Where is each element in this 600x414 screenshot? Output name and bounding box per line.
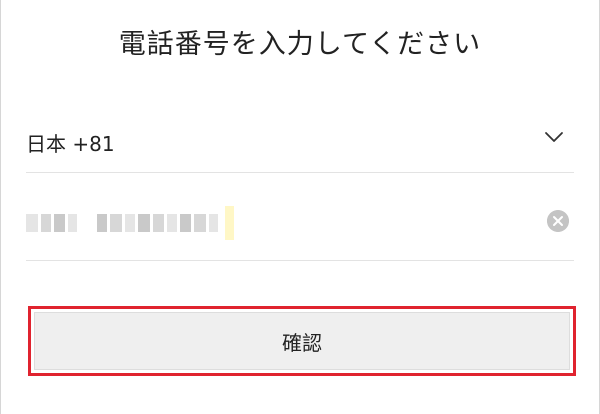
clear-icon[interactable]: [547, 210, 569, 232]
country-code-value: 日本 +81: [26, 132, 115, 156]
chevron-down-icon: [545, 132, 563, 142]
confirm-button[interactable]: 確認: [34, 312, 570, 370]
page-title: 電話番号を入力してください: [118, 29, 482, 60]
confirm-highlight-frame: 確認: [28, 306, 576, 376]
phone-entry-screen: 電話番号を入力してください 日本 +81 確認: [0, 0, 600, 414]
country-code-select[interactable]: 日本 +81: [26, 112, 574, 173]
phone-number-row: [26, 190, 574, 261]
text-cursor: [225, 206, 234, 240]
redacted-phone-number: [26, 206, 234, 240]
